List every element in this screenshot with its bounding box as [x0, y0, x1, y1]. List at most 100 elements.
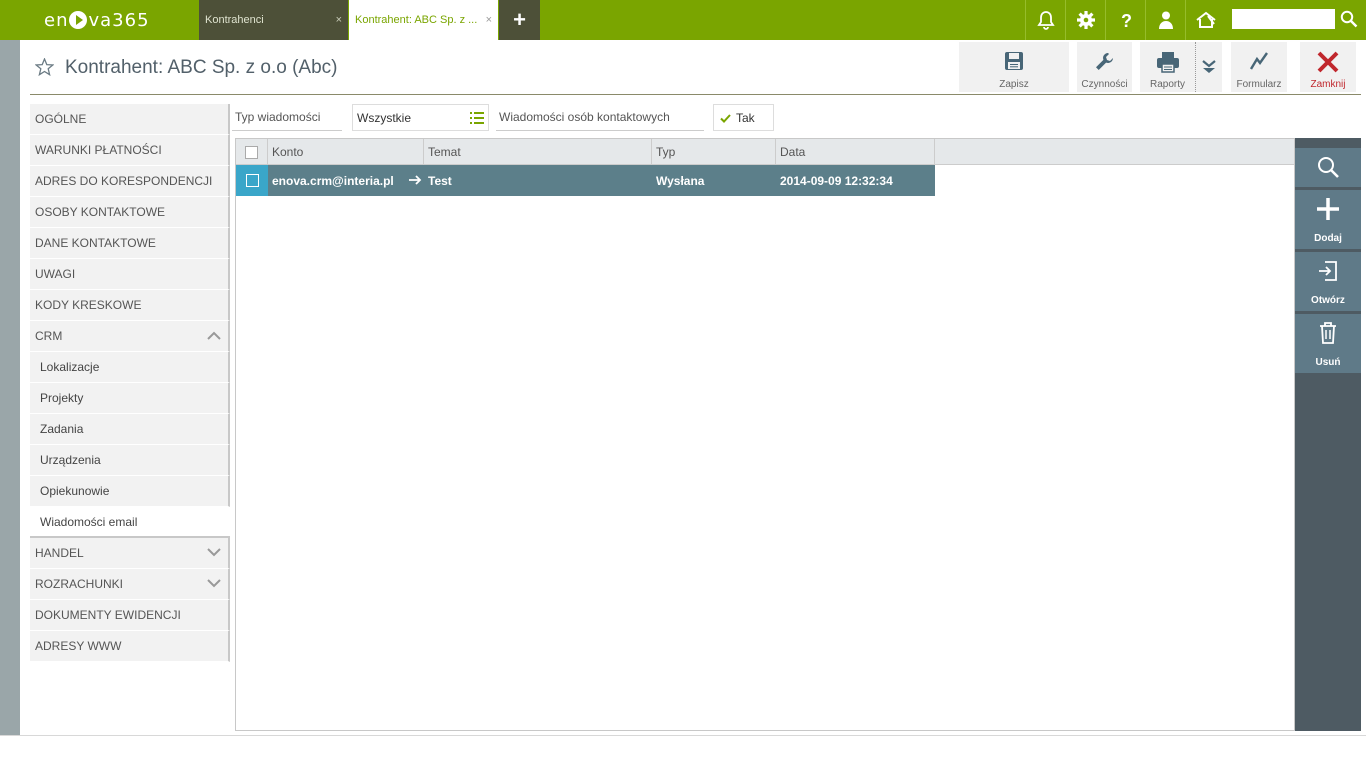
- open-icon: [1319, 261, 1337, 281]
- favorite-star-icon[interactable]: [34, 57, 55, 79]
- sidebar: OGÓLNE WARUNKI PŁATNOŚCI ADRES DO KORESP…: [30, 104, 230, 662]
- sidebar-item-kody-kreskowe[interactable]: KODY KRESKOWE: [30, 290, 230, 321]
- tab-label: Kontrahenci: [205, 14, 264, 26]
- close-label: Zamknij: [1310, 79, 1346, 90]
- logo-text-left: en: [44, 9, 69, 31]
- sidebar-item-label: Zadania: [40, 422, 84, 436]
- left-edge-bar: [0, 40, 20, 735]
- sidebar-item-label: Wiadomości email: [40, 514, 138, 529]
- messages-grid: Konto Temat Typ Data enova.crm@interia.p…: [235, 138, 1295, 731]
- reports-button[interactable]: Raporty: [1140, 42, 1195, 92]
- page-title: Kontrahent: ABC Sp. z o.o (Abc): [65, 57, 338, 78]
- tab-kontrahenci[interactable]: Kontrahenci ×: [199, 0, 348, 40]
- sidebar-item-label: Urządzenia: [40, 453, 101, 467]
- close-button[interactable]: Zamknij: [1300, 42, 1356, 92]
- save-label: Zapisz: [999, 79, 1029, 90]
- column-header-konto[interactable]: Konto: [268, 139, 424, 165]
- open-button[interactable]: Otwórz: [1295, 252, 1361, 311]
- sidebar-item-dokumenty-ewidencji[interactable]: DOKUMENTY EWIDENCJI: [30, 600, 230, 631]
- trash-icon: [1320, 322, 1336, 344]
- global-search-input[interactable]: [1232, 9, 1335, 29]
- more-toolbar-button[interactable]: [1195, 42, 1222, 92]
- sidebar-item-label: ADRESY WWW: [35, 639, 122, 653]
- sidebar-item-zadania[interactable]: Zadania: [30, 414, 230, 445]
- sidebar-item-lokalizacje[interactable]: Lokalizacje: [30, 352, 230, 383]
- search-icon[interactable]: [1340, 10, 1358, 31]
- arrow-right-icon: [409, 175, 422, 185]
- header-divider: [30, 94, 1361, 95]
- message-type-value: Wszystkie: [357, 110, 411, 125]
- save-icon: [1005, 52, 1023, 70]
- sidebar-item-adresy-www[interactable]: ADRESY WWW: [30, 631, 230, 662]
- logo-text-right: va365: [88, 9, 150, 31]
- lightning-icon: [1249, 52, 1268, 70]
- actions-button[interactable]: Czynności: [1077, 42, 1132, 92]
- contact-messages-value: Tak: [736, 110, 755, 125]
- sidebar-item-label: Projekty: [40, 391, 84, 405]
- column-header-data[interactable]: Data: [776, 139, 935, 165]
- sidebar-item-label: CRM: [35, 329, 63, 343]
- row-checkbox-cell[interactable]: [236, 165, 268, 196]
- sidebar-item-label: ADRES DO KORESPONDENCJI: [35, 174, 213, 188]
- user-icon[interactable]: [1145, 0, 1185, 40]
- tab-kontrahent-abc[interactable]: Kontrahent: ABC Sp. z ... ×: [349, 0, 498, 40]
- cell-konto: enova.crm@interia.pl: [272, 173, 394, 188]
- plus-icon: [1317, 198, 1339, 220]
- close-tab-icon[interactable]: ×: [336, 14, 342, 26]
- delete-button[interactable]: Usuń: [1295, 314, 1361, 373]
- select-all-checkbox[interactable]: [236, 139, 268, 165]
- bottom-divider: [0, 735, 1366, 736]
- home-icon[interactable]: [1185, 0, 1225, 40]
- add-button[interactable]: Dodaj: [1295, 190, 1361, 249]
- sidebar-item-osoby-kontaktowe[interactable]: OSOBY KONTAKTOWE: [30, 197, 230, 228]
- cell-typ: Wysłana: [656, 173, 705, 188]
- form-button[interactable]: Formularz: [1231, 42, 1287, 92]
- add-tab-button[interactable]: +: [499, 0, 540, 40]
- list-icon: [470, 112, 484, 124]
- checkbox[interactable]: [245, 145, 258, 159]
- tab-label: Kontrahent: ABC Sp. z ...: [355, 14, 478, 26]
- column-header-typ[interactable]: Typ: [652, 139, 776, 165]
- cell-data: 2014-09-09 12:32:34: [780, 173, 893, 188]
- help-icon[interactable]: ?: [1105, 0, 1145, 40]
- sidebar-item-adres-do-korespondencji[interactable]: ADRES DO KORESPONDENCJI: [30, 166, 230, 197]
- gear-icon[interactable]: [1065, 0, 1105, 40]
- message-type-label: Typ wiadomości: [232, 104, 342, 131]
- close-tab-icon[interactable]: ×: [486, 14, 492, 26]
- save-button[interactable]: Zapisz: [959, 42, 1069, 92]
- row-checkbox[interactable]: [245, 174, 259, 187]
- sidebar-item-opiekunowie[interactable]: Opiekunowie: [30, 476, 230, 507]
- app-logo[interactable]: en va365: [44, 9, 150, 31]
- chevron-double-down-icon: [1202, 60, 1216, 73]
- message-type-select[interactable]: Wszystkie: [352, 104, 489, 131]
- chevron-down-icon: [207, 548, 221, 557]
- sidebar-item-label: Lokalizacje: [40, 360, 100, 374]
- sidebar-item-uwagi[interactable]: UWAGI: [30, 259, 230, 290]
- sidebar-item-ogolne[interactable]: OGÓLNE: [30, 104, 230, 135]
- actions-label: Czynności: [1081, 79, 1128, 90]
- right-action-panel: Dodaj Otwórz Usuń: [1295, 138, 1361, 731]
- sidebar-item-urzadzenia[interactable]: Urządzenia: [30, 445, 230, 476]
- search-icon: [1318, 157, 1339, 178]
- sidebar-item-wiadomosci-email[interactable]: Wiadomości email: [30, 507, 230, 538]
- sidebar-item-label: KODY KRESKOWE: [35, 298, 142, 312]
- column-header-temat[interactable]: Temat: [424, 139, 652, 165]
- sidebar-item-dane-kontaktowe[interactable]: DANE KONTAKTOWE: [30, 228, 230, 259]
- check-icon: [720, 114, 731, 123]
- sidebar-item-label: DOKUMENTY EWIDENCJI: [35, 608, 181, 622]
- play-icon: [69, 11, 88, 29]
- search-button[interactable]: [1295, 148, 1361, 187]
- contact-messages-checkbox[interactable]: Tak: [713, 104, 774, 131]
- sidebar-item-label: DANE KONTAKTOWE: [35, 236, 156, 250]
- add-label: Dodaj: [1314, 233, 1342, 244]
- sidebar-item-handel[interactable]: HANDEL: [30, 538, 230, 569]
- sidebar-item-rozrachunki[interactable]: ROZRACHUNKI: [30, 569, 230, 600]
- delete-label: Usuń: [1315, 357, 1341, 368]
- sidebar-item-warunki-platnosci[interactable]: WARUNKI PŁATNOŚCI: [30, 135, 230, 166]
- sidebar-item-projekty[interactable]: Projekty: [30, 383, 230, 414]
- table-row[interactable]: enova.crm@interia.pl Test Wysłana 2014-0…: [236, 165, 935, 196]
- bell-icon[interactable]: [1025, 0, 1065, 40]
- cell-temat: Test: [428, 173, 452, 188]
- sidebar-item-crm[interactable]: CRM: [30, 321, 230, 352]
- contact-messages-label: Wiadomości osób kontaktowych: [496, 104, 704, 131]
